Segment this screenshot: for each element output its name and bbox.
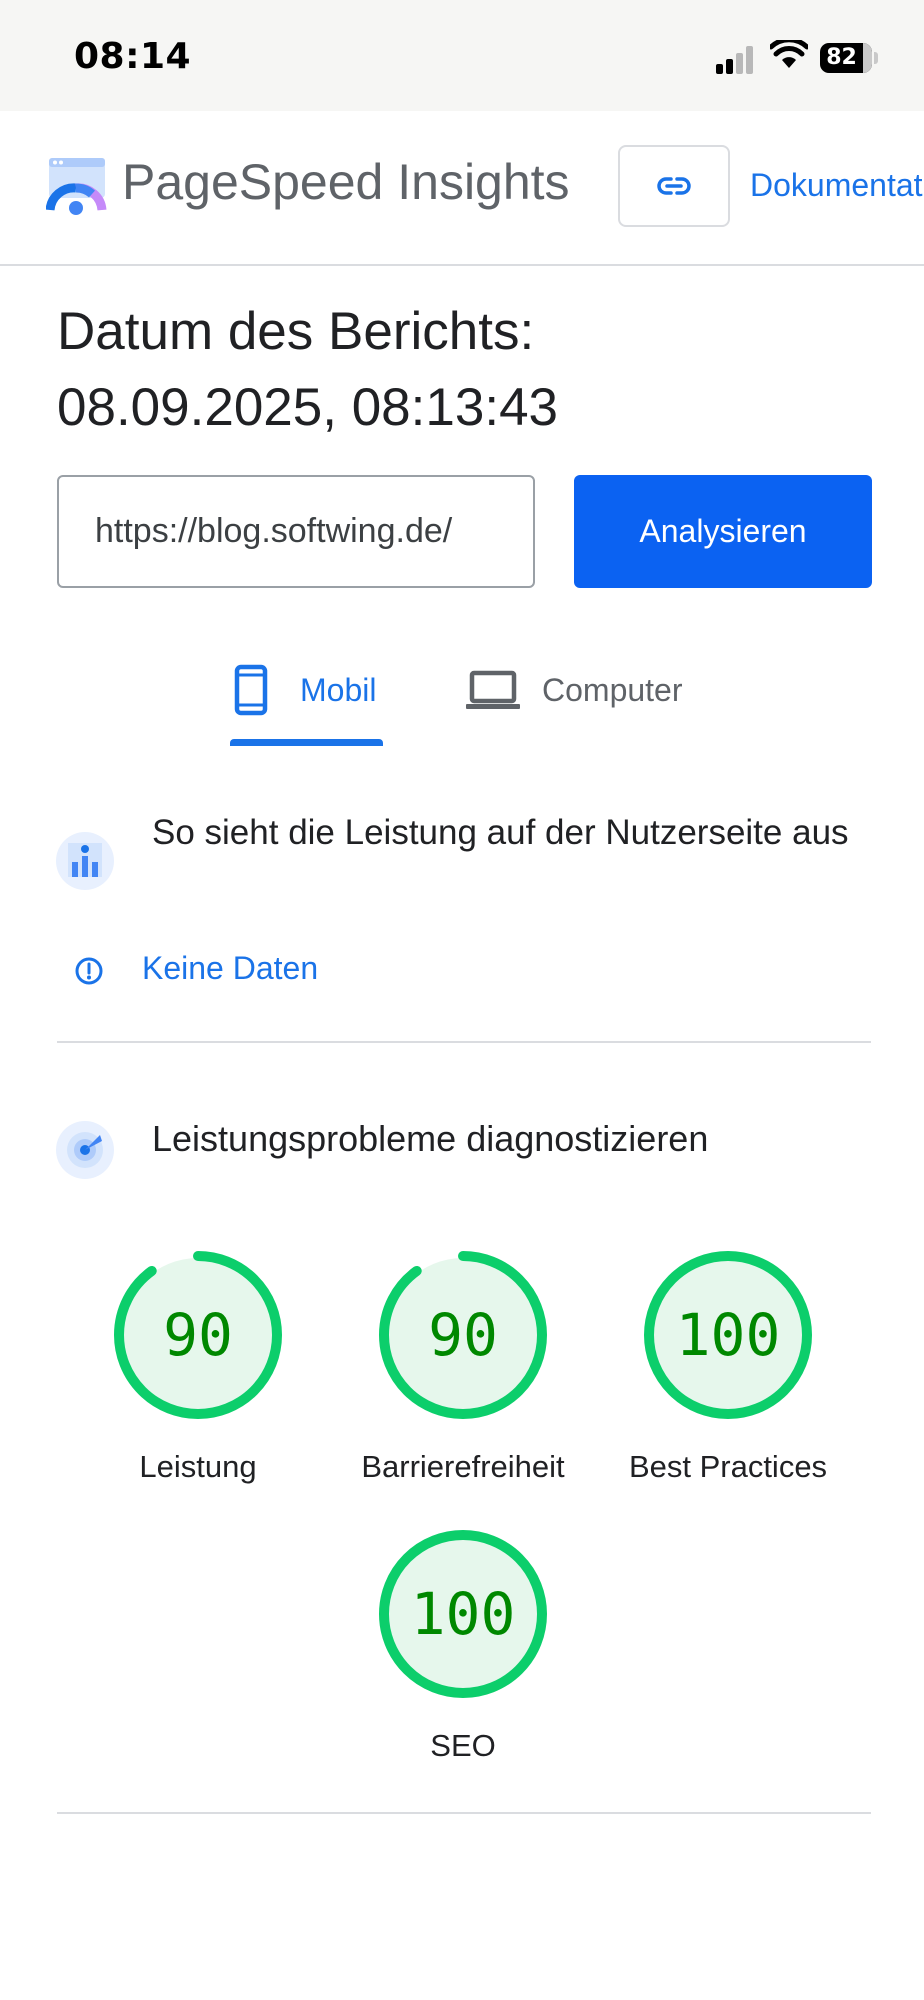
copy-link-button[interactable] [618, 145, 730, 227]
analyze-button[interactable]: Analysieren [574, 475, 872, 588]
url-input[interactable]: https://blog.softwing.de/ [57, 475, 535, 588]
battery-icon: 82 [820, 43, 872, 73]
score-value: 100 [675, 1301, 781, 1369]
selected-tab-indicator [230, 739, 383, 746]
report-date-value: 08.09.2025, 08:13:43 [57, 378, 559, 437]
score-gauge-seo[interactable]: 100 SEO [373, 1524, 553, 1763]
field-data-title: So sieht die Leistung auf der Nutzerseit… [152, 813, 849, 852]
pagespeed-logo-icon [46, 158, 107, 215]
no-data-link[interactable]: Keine Daten [142, 950, 318, 987]
score-label: Leistung [139, 1449, 257, 1484]
link-icon [657, 177, 691, 195]
score-gauge-accessibility[interactable]: 90 Barrierefreiheit [361, 1245, 565, 1484]
tab-desktop-label: Computer [542, 671, 683, 708]
app-header: PageSpeed Insights Dokumentation [0, 111, 924, 266]
score-label: SEO [430, 1728, 496, 1763]
score-value: 90 [163, 1301, 233, 1369]
laptop-icon [466, 670, 520, 709]
score-value: 100 [410, 1580, 516, 1648]
field-data-icon [56, 832, 114, 890]
cellular-signal-icon [716, 44, 756, 74]
tab-mobile-label: Mobil [300, 671, 377, 708]
battery-level: 82 [826, 45, 857, 70]
report-date: Datum des Berichts: 08.09.2025, 08:13:43 [57, 294, 558, 446]
tab-desktop[interactable]: Computer [466, 662, 683, 718]
app-title: PageSpeed Insights [122, 154, 570, 210]
score-gauge-performance[interactable]: 90 Leistung [108, 1245, 288, 1484]
diagnostics-title: Leistungsprobleme diagnostizieren [152, 1118, 709, 1159]
divider [57, 1812, 871, 1814]
documentation-link[interactable]: Dokumentation [750, 167, 924, 204]
url-input-value: https://blog.softwing.de/ [95, 512, 453, 550]
wifi-icon [770, 40, 808, 68]
info-icon [75, 957, 103, 985]
score-label: Barrierefreiheit [361, 1449, 565, 1484]
report-date-label: Datum des Berichts: [57, 302, 535, 361]
diagnose-icon [56, 1121, 114, 1179]
score-label: Best Practices [628, 1449, 828, 1484]
score-value: 90 [428, 1301, 498, 1369]
smartphone-icon [234, 664, 268, 716]
divider [57, 1041, 871, 1043]
status-bar: 08:14 82 [0, 0, 924, 111]
score-gauge-best-practices[interactable]: 100 Best Practices [629, 1245, 827, 1484]
tab-mobile[interactable]: Mobil [234, 662, 376, 718]
status-time: 08:14 [74, 36, 192, 77]
